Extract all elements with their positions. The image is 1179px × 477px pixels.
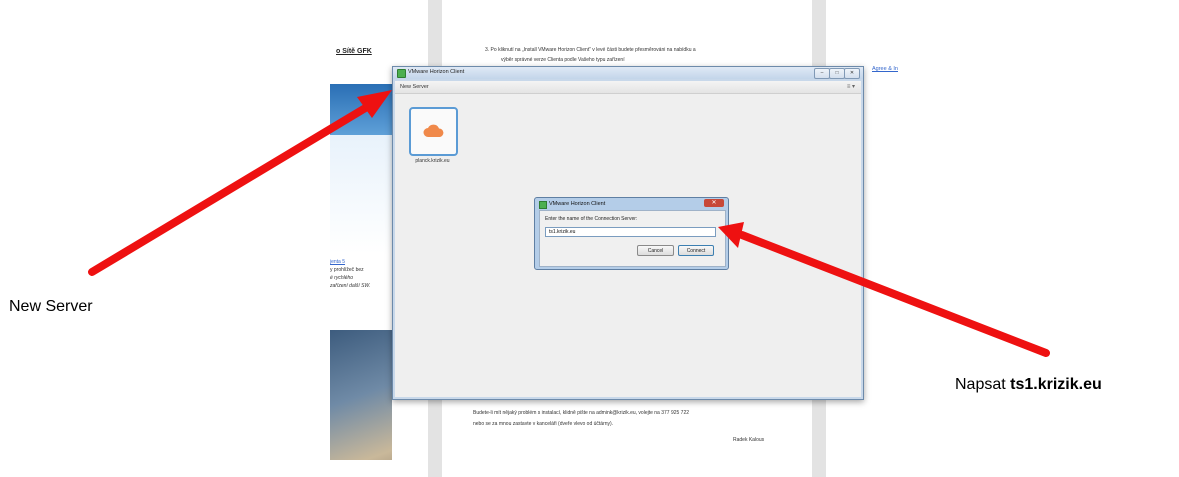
new-server-button[interactable]: New Server <box>400 84 429 90</box>
minimize-button[interactable]: – <box>814 68 830 79</box>
annotation-new-server: New Server <box>9 298 93 315</box>
close-button[interactable]: ✕ <box>844 68 860 79</box>
document-signature: Radek Kalous <box>733 437 765 443</box>
vmware-horizon-window: VMware Horizon Client – □ ✕ New Server ≡… <box>392 66 864 400</box>
annotation-type-server: Napsat ts1.krizik.eu <box>955 376 1102 394</box>
annotation-type-prefix: Napsat <box>955 376 1011 393</box>
server-tile[interactable] <box>409 107 458 156</box>
dialog-close-button[interactable]: ✕ <box>704 199 724 207</box>
dialog-title: VMware Horizon Client <box>549 201 606 207</box>
document-footer-line: Budete-li mít nějaký problém s instalací… <box>473 410 690 416</box>
server-label[interactable]: planck.krizik.eu <box>405 158 460 164</box>
agree-link[interactable]: Agree & In <box>872 66 898 72</box>
connection-server-dialog: VMware Horizon Client ✕ Enter the name o… <box>534 197 729 270</box>
document-footer-line: nebo se za mnou zastavte v kanceláři (dv… <box>473 421 614 427</box>
connection-server-input[interactable]: ts1.krizik.eu <box>545 227 716 237</box>
window-toolbar: New Server ≡ ▾ <box>395 81 861 94</box>
document-step-line: výběr správné verze Clienta podle Vašeho… <box>501 57 625 63</box>
cloud-icon <box>423 124 444 137</box>
document-heading: o Sítě GFK <box>336 48 372 55</box>
document-line: é rychlého <box>330 275 354 281</box>
document-banner-image <box>330 84 392 254</box>
app-icon <box>397 69 406 78</box>
document-sky-image <box>330 330 392 460</box>
cancel-button[interactable]: Cancel <box>637 245 674 256</box>
document-line: y prohlížeč bez <box>330 267 364 273</box>
server-list-area: planck.krizik.eu VMware Horizon Client ✕… <box>395 94 861 397</box>
window-title: VMware Horizon Client <box>408 69 465 75</box>
annotation-server-name: ts1.krizik.eu <box>1010 376 1102 393</box>
dialog-body: Enter the name of the Connection Server:… <box>539 210 726 267</box>
document-text-block: jenta 5 y prohlížeč bez é rychlého zaříz… <box>330 258 370 290</box>
dialog-prompt: Enter the name of the Connection Server: <box>545 216 638 222</box>
window-titlebar[interactable]: VMware Horizon Client – □ ✕ <box>393 67 863 79</box>
document-step-line: 3. Po kliknutí na „Install VMware Horizo… <box>485 47 696 53</box>
dialog-app-icon <box>539 201 547 209</box>
menu-icon[interactable]: ≡ ▾ <box>847 83 855 90</box>
document-line: jenta 5 <box>330 259 346 265</box>
document-line: zařízení další SW. <box>330 283 371 289</box>
maximize-button[interactable]: □ <box>829 68 845 79</box>
background-document-left: o Sítě GFK jenta 5 y prohlížeč bez é ryc… <box>330 40 392 460</box>
connect-button[interactable]: Connect <box>678 245 714 256</box>
